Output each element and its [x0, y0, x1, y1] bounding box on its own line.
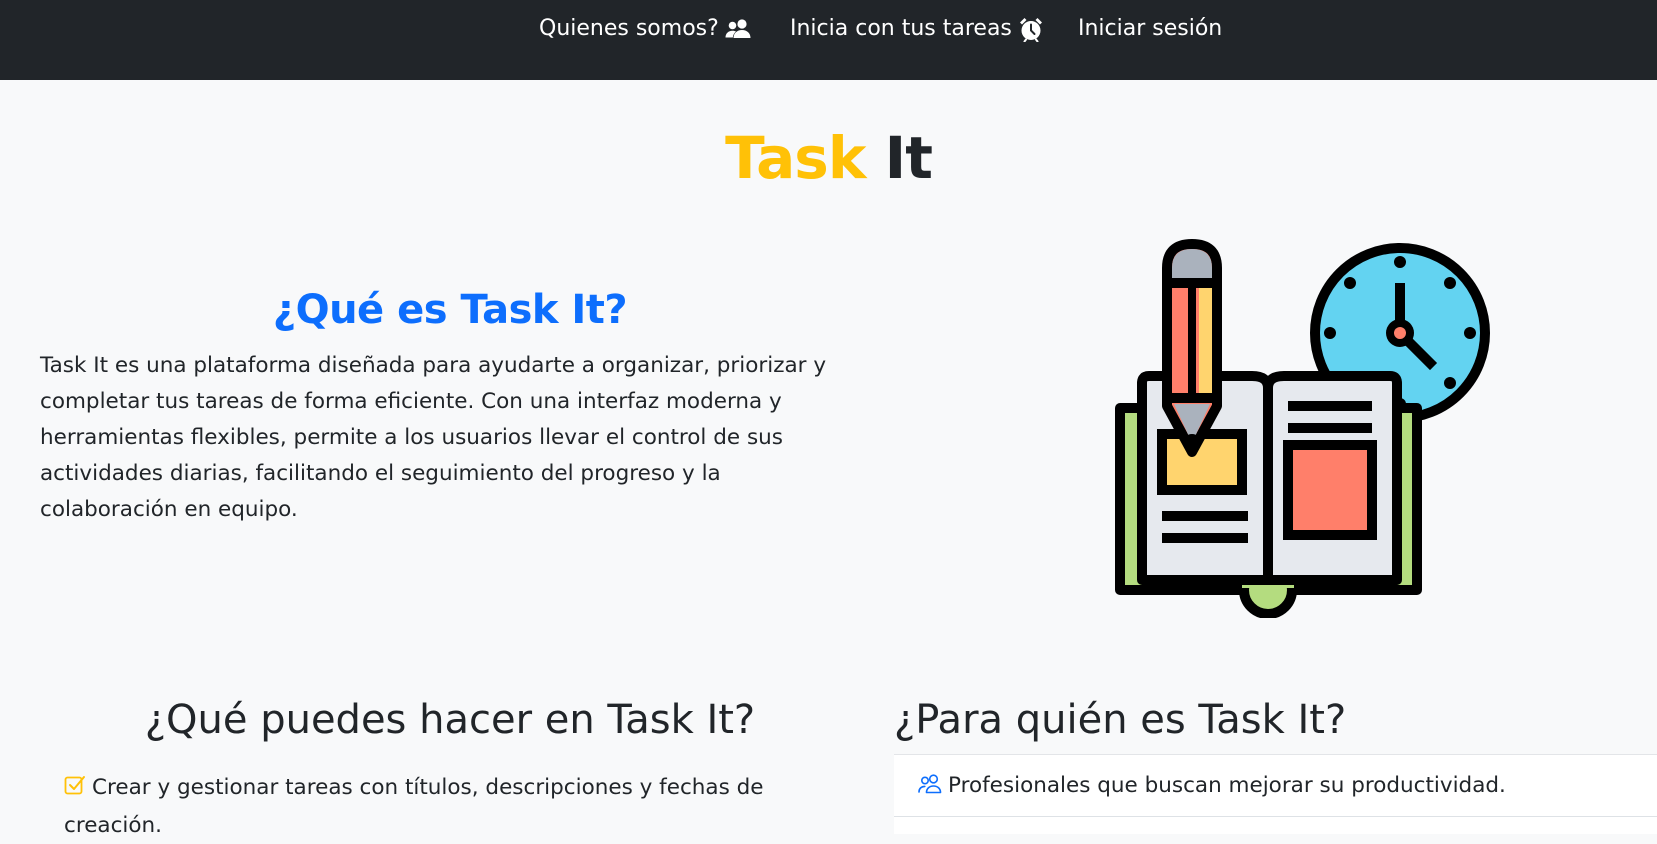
people-fill-icon [725, 18, 751, 40]
feature-item-text: Crear y gestionar tareas con títulos, de… [64, 775, 764, 838]
nav-link-login[interactable]: Iniciar sesión [1078, 12, 1222, 46]
about-text: Task It es una plataforma diseñada para … [40, 353, 827, 522]
notebook-pencil-clock-illustration [1112, 238, 1492, 619]
feature-item: Crear y gestionar tareas con títulos, de… [64, 770, 824, 844]
about-heading: ¿Qué es Task It? [272, 287, 628, 333]
audience-item-text: Profesionales que buscan mejorar su prod… [948, 773, 1506, 798]
audience-heading: ¿Para quién es Task It? [894, 697, 1347, 743]
top-navbar: Quienes somos? Inicia con tus tareas Ini… [0, 0, 1657, 80]
check-square-icon [64, 772, 86, 808]
brand-word-it: It [884, 124, 933, 192]
features-heading: ¿Qué puedes hacer en Task It? [144, 697, 756, 743]
audience-list: Profesionales que buscan mejorar su prod… [894, 754, 1657, 834]
nav-link-about[interactable]: Quienes somos? [539, 12, 751, 46]
nav-link-about-label: Quienes somos? [539, 16, 719, 41]
brand-title: Task It [0, 118, 1657, 198]
alarm-clock-icon [1018, 16, 1044, 42]
brand-word-task: Task [725, 124, 866, 192]
nav-link-start-tasks[interactable]: Inicia con tus tareas [790, 12, 1044, 46]
people-icon [918, 772, 942, 806]
nav-link-start-tasks-label: Inicia con tus tareas [790, 16, 1012, 41]
audience-list-item: Profesionales que buscan mejorar su prod… [894, 755, 1657, 817]
